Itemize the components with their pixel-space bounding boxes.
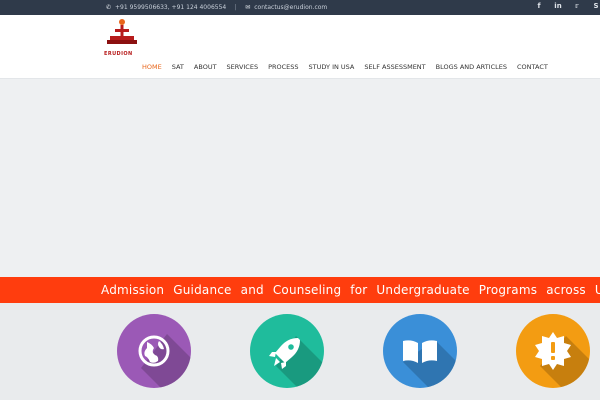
erudion-logo[interactable] — [106, 19, 138, 47]
rocket-icon[interactable] — [250, 314, 324, 388]
nav-study-in-usa[interactable]: STUDY IN USA — [304, 63, 360, 71]
nav-services[interactable]: SERVICES — [222, 63, 264, 71]
features-section — [0, 303, 600, 400]
phone-numbers: +91 9599506633, +91 124 4006554 — [115, 4, 227, 11]
social-links: f in 𝕣 S — [535, 2, 600, 10]
nav-process[interactable]: PROCESS — [263, 63, 303, 71]
skype-icon[interactable]: S — [592, 2, 600, 10]
linkedin-icon[interactable]: in — [554, 2, 562, 10]
book-icon[interactable] — [383, 314, 457, 388]
globe-icon[interactable] — [117, 314, 191, 388]
envelope-icon: ✉ — [245, 4, 251, 11]
site-header: ERUDION HOME SAT ABOUT SERVICES PROCESS … — [0, 15, 600, 79]
tagline-text: Admission Guidance and Counseling for Un… — [101, 283, 600, 297]
top-bar: ✆ +91 9599506633, +91 124 4006554 | ✉ co… — [0, 0, 600, 15]
twitter-icon[interactable]: 𝕣 — [573, 2, 581, 10]
hero-slider — [0, 79, 600, 277]
nav-contact[interactable]: CONTACT — [512, 63, 553, 71]
nav-sat[interactable]: SAT — [167, 63, 189, 71]
email-link[interactable]: contactus@erudion.com — [254, 4, 327, 11]
phone-icon: ✆ — [105, 4, 112, 11]
nav-blogs-and-articles[interactable]: BLOGS AND ARTICLES — [431, 63, 512, 71]
separator: | — [234, 4, 237, 11]
main-nav: HOME SAT ABOUT SERVICES PROCESS STUDY IN… — [137, 63, 553, 71]
nav-home[interactable]: HOME — [137, 63, 167, 71]
alert-badge-icon[interactable] — [516, 314, 590, 388]
nav-self-assessment[interactable]: SELF ASSESSMENT — [359, 63, 430, 71]
facebook-icon[interactable]: f — [535, 2, 543, 10]
nav-about[interactable]: ABOUT — [189, 63, 222, 71]
contact-info: ✆ +91 9599506633, +91 124 4006554 | ✉ co… — [105, 4, 327, 11]
brand-name: ERUDION — [104, 51, 133, 57]
tagline-banner: Admission Guidance and Counseling for Un… — [0, 277, 600, 303]
